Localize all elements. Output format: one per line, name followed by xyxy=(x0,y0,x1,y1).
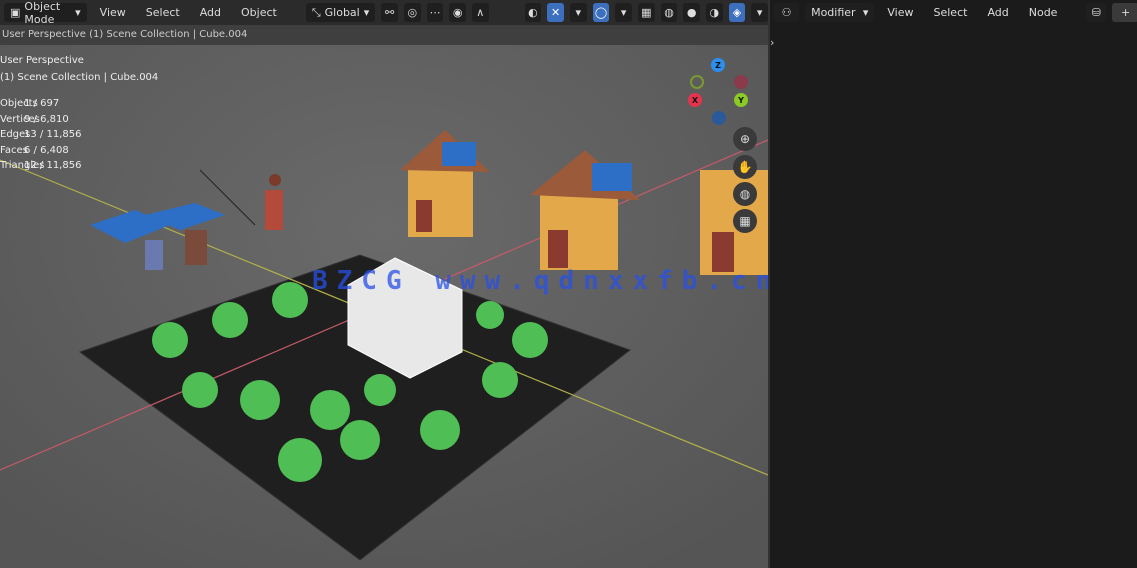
chevron-down-icon[interactable]: ▾ xyxy=(569,3,587,22)
collection-info: (1) Scene Collection | Cube.004 xyxy=(0,72,159,83)
chevron-down-icon: ▾ xyxy=(363,6,370,19)
solid-shading-icon[interactable]: ● xyxy=(683,3,700,22)
gizmo-toggle-icon[interactable]: ✕ xyxy=(547,3,564,22)
grid-view-icon[interactable]: ▦ xyxy=(733,209,757,233)
gizmo-neg-x[interactable] xyxy=(734,75,748,89)
snap-icon[interactable]: ◎ xyxy=(403,3,421,22)
menu-add[interactable]: Add xyxy=(980,6,1015,19)
overlay-toggle-icon[interactable]: ◯ xyxy=(592,3,610,22)
viewport-header: ▣ Object Mode ▾ View Select Add Object ⤡ Gl… xyxy=(0,0,768,26)
gizmo-x-axis[interactable]: X xyxy=(688,93,702,107)
object-mode-icon: ▣ xyxy=(10,6,21,19)
proportional-edit-icon[interactable]: ◉ xyxy=(449,3,466,22)
menu-select[interactable]: Select xyxy=(139,6,187,19)
3d-viewport[interactable]: ▣ Object Mode ▾ View Select Add Object ⤡ Gl… xyxy=(0,0,768,568)
wireframe-shading-icon[interactable]: ◍ xyxy=(660,3,678,22)
gizmo-y-axis[interactable]: Y xyxy=(734,93,748,107)
menu-view[interactable]: View xyxy=(93,6,133,19)
chevron-down-icon[interactable]: ▾ xyxy=(751,3,768,22)
material-shading-icon[interactable]: ◑ xyxy=(706,3,723,22)
chevron-down-icon: ▾ xyxy=(862,6,869,19)
snap-settings-icon[interactable]: ⋯ xyxy=(426,3,444,22)
add-node-group-icon[interactable]: + xyxy=(1112,3,1137,22)
pivot-icon[interactable]: ⚯ xyxy=(381,3,398,22)
gizmo-neg-y[interactable] xyxy=(690,75,704,89)
expand-sidebar-icon[interactable]: › xyxy=(770,36,774,49)
watermark: BZCG www.qdnxxfb.cn xyxy=(312,266,768,296)
view-name: User Perspective xyxy=(0,55,84,66)
viewport-subheader: User Perspective (1) Scene Collection | … xyxy=(0,25,768,45)
visibility-icon[interactable]: ◐ xyxy=(524,3,542,22)
falloff-icon[interactable]: ∧ xyxy=(471,3,489,22)
scene-statistics: Objects 1 / 697 Vertices 9 / 6,810 Edges 13… xyxy=(0,98,82,172)
transform-orientation-dropdown[interactable]: ⤡ Global ▾ xyxy=(305,3,376,22)
menu-node[interactable]: Node xyxy=(1022,6,1065,19)
mode-dropdown[interactable]: ▣ Object Mode ▾ xyxy=(4,0,87,26)
gizmo-neg-z[interactable] xyxy=(712,111,726,125)
node-tree-icon[interactable]: ⛁ xyxy=(1086,3,1107,22)
node-editor-panel: ⚇ Modifier ▾ View Select Add Node ⛁ + › xyxy=(768,0,1137,568)
camera-icon[interactable]: ◍ xyxy=(733,182,757,206)
rendered-shading-icon[interactable]: ◈ xyxy=(728,3,746,22)
menu-select[interactable]: Select xyxy=(927,6,975,19)
menu-view[interactable]: View xyxy=(880,6,920,19)
zoom-icon[interactable]: ⊕ xyxy=(733,127,757,151)
editor-type-icon[interactable]: ⚇ xyxy=(774,3,800,22)
menu-object[interactable]: Object xyxy=(234,6,284,19)
chevron-down-icon: ▾ xyxy=(75,6,81,19)
chevron-down-icon[interactable]: ▾ xyxy=(615,3,632,22)
hand-pan-icon[interactable]: ✋ xyxy=(733,155,757,179)
node-editor-header: ⚇ Modifier ▾ View Select Add Node ⛁ + xyxy=(770,0,1137,25)
orientation-icon: ⤡ xyxy=(311,5,321,19)
editor-mode-dropdown[interactable]: Modifier ▾ xyxy=(805,3,875,22)
gizmo-z-axis[interactable]: Z xyxy=(711,58,725,72)
xray-icon[interactable]: ▦ xyxy=(637,3,655,22)
menu-add[interactable]: Add xyxy=(193,6,228,19)
